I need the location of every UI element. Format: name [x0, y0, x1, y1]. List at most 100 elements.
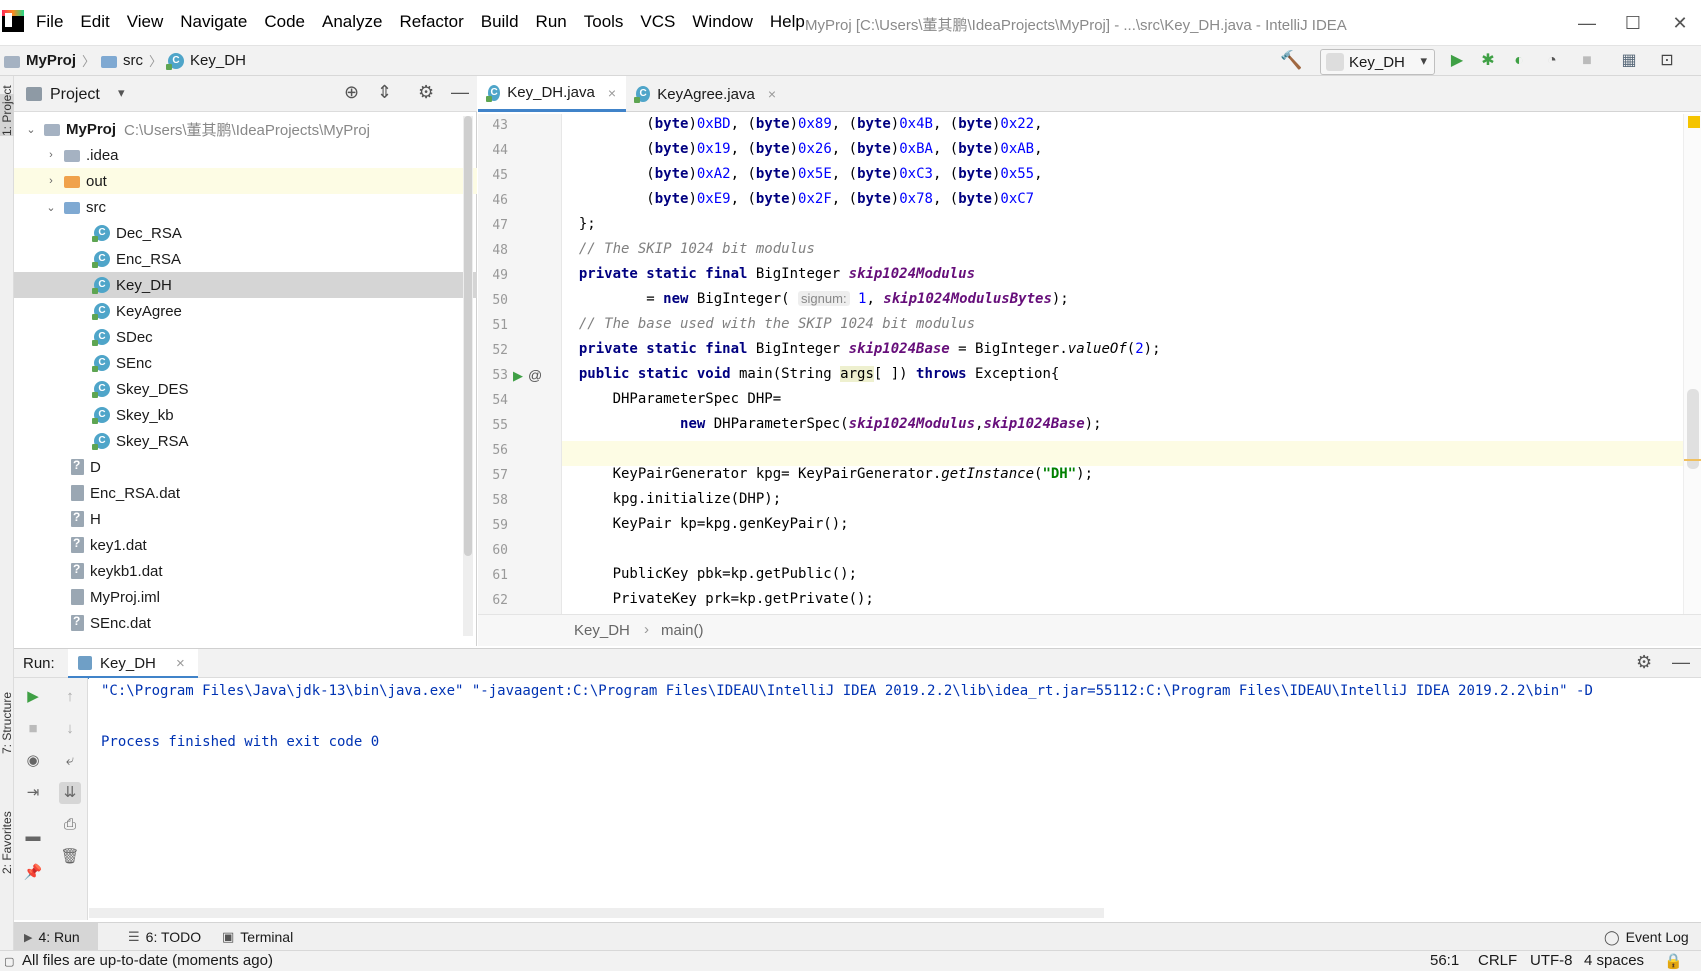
run-configuration-select[interactable]: Key_DH ▾	[1320, 49, 1435, 75]
tool-tab-todo[interactable]: ☰ 6: TODO	[118, 923, 211, 951]
rerun-icon[interactable]: ▶	[22, 686, 44, 708]
tree-item-file[interactable]: D	[14, 454, 477, 480]
camera-icon[interactable]: ◉	[22, 750, 44, 772]
tree-item-src[interactable]: ⌄ src	[14, 194, 477, 220]
tool-tab-terminal[interactable]: ▣ Terminal	[212, 923, 303, 951]
menu-file[interactable]: File	[36, 12, 72, 32]
close-icon[interactable]: ×	[768, 86, 776, 102]
indent-setting[interactable]: 4 spaces	[1584, 952, 1644, 969]
tool-tab-run[interactable]: ▶ 4: Run	[14, 923, 98, 951]
tree-item-class[interactable]: C KeyAgree	[14, 298, 477, 324]
tree-item-file[interactable]: Enc_RSA.dat	[14, 480, 477, 506]
breadcrumb-project[interactable]: MyProj	[26, 52, 76, 69]
tree-item-class[interactable]: C Skey_RSA	[14, 428, 477, 454]
tree-item-class[interactable]: C Skey_kb	[14, 402, 477, 428]
tree-item-file[interactable]: H	[14, 506, 477, 532]
menu-vcs[interactable]: VCS	[640, 12, 684, 32]
profile-icon[interactable]: ◔	[1541, 50, 1563, 72]
structure-tool-button[interactable]: 7: Structure	[0, 692, 14, 754]
menu-window[interactable]: Window	[692, 12, 761, 32]
tree-item-class[interactable]: C Enc_RSA	[14, 246, 477, 272]
login-icon[interactable]: ⇥	[22, 782, 44, 804]
tree-scrollbar[interactable]	[463, 116, 473, 636]
line-separator[interactable]: CRLF	[1478, 952, 1517, 969]
editor-crumb-method[interactable]: main()	[661, 622, 704, 639]
console-output[interactable]	[89, 678, 1701, 908]
file-encoding[interactable]: UTF-8	[1530, 952, 1573, 969]
tab-key-dh[interactable]: C Key_DH.java ×	[478, 76, 626, 112]
run-icon[interactable]: ▶	[1446, 50, 1468, 72]
project-structure-icon[interactable]: ▦	[1618, 50, 1640, 72]
breadcrumb-src[interactable]: src	[123, 52, 143, 69]
print-icon[interactable]: ⎙	[59, 814, 81, 836]
build-hammer-icon[interactable]: 🔨	[1280, 50, 1302, 71]
console-hscrollbar[interactable]	[89, 908, 1104, 918]
caret-position[interactable]: 56:1	[1430, 952, 1459, 969]
status-message[interactable]: All files are up-to-date (moments ago)	[22, 952, 273, 969]
arrow-down-icon[interactable]: ↓	[59, 718, 81, 740]
tree-item-class[interactable]: C Skey_DES	[14, 376, 477, 402]
menu-build[interactable]: Build	[481, 12, 528, 32]
search-everywhere-icon[interactable]: ⊡	[1656, 50, 1678, 72]
trash-icon[interactable]: 🗑	[59, 846, 81, 868]
stop-icon[interactable]: ■	[22, 718, 44, 740]
tree-scroll-thumb[interactable]	[464, 116, 472, 556]
hide-panel-icon[interactable]: —	[1672, 652, 1690, 673]
tree-item-myproj[interactable]: ⌄ MyProj C:\Users\董其鹏\IdeaProjects\MyPro…	[14, 116, 477, 142]
favorites-tool-button[interactable]: 2: Favorites	[0, 811, 14, 874]
soft-wrap-icon[interactable]: ⤶	[59, 750, 81, 772]
close-icon[interactable]: ×	[176, 655, 185, 672]
status-toggle-icon[interactable]: ▢	[4, 955, 14, 968]
close-window-button[interactable]: ✕	[1666, 10, 1694, 36]
editor-scrollbar[interactable]	[1683, 114, 1701, 614]
tree-item-out[interactable]: › out	[14, 168, 477, 194]
chevron-down-icon[interactable]: ▾	[118, 85, 125, 101]
coverage-icon[interactable]: ◐	[1508, 50, 1530, 72]
tree-item-file[interactable]: key1.dat	[14, 532, 477, 558]
menu-edit[interactable]: Edit	[80, 12, 118, 32]
tree-item-class-selected[interactable]: C Key_DH	[14, 272, 477, 298]
project-tool-button[interactable]: 1: Project	[0, 85, 14, 136]
menu-analyze[interactable]: Analyze	[322, 12, 391, 32]
stop-icon[interactable]: ■	[1576, 50, 1598, 72]
run-tab-key-dh[interactable]: Key_DH ×	[68, 649, 198, 679]
line-number: 47	[492, 218, 508, 233]
maximize-button[interactable]: ☐	[1619, 10, 1647, 36]
pin-icon[interactable]: 📌	[22, 862, 44, 884]
editor-crumb-class[interactable]: Key_DH	[574, 622, 630, 639]
tree-item-file[interactable]: MyProj.iml	[14, 584, 477, 610]
gear-icon[interactable]: ⚙	[1636, 652, 1652, 673]
menu-tools[interactable]: Tools	[584, 12, 633, 32]
breadcrumb-class[interactable]: Key_DH	[190, 52, 246, 69]
run-gutter-icon[interactable]: ▶	[513, 368, 523, 384]
menu-code[interactable]: Code	[264, 12, 314, 32]
tab-keyagree[interactable]: C KeyAgree.java ×	[626, 76, 786, 112]
code-line: private static final BigInteger skip1024…	[578, 341, 1161, 357]
tree-item-class[interactable]: C SEnc	[14, 350, 477, 376]
tree-item-file[interactable]: keykb1.dat	[14, 558, 477, 584]
tree-item-class[interactable]: C SDec	[14, 324, 477, 350]
menu-view[interactable]: View	[127, 12, 173, 32]
tree-item-class[interactable]: C Dec_RSA	[14, 220, 477, 246]
tree-item-file[interactable]: SEnc.dat	[14, 610, 477, 636]
debug-icon[interactable]: ✱	[1477, 50, 1499, 72]
layout-icon[interactable]: ▬	[22, 826, 44, 848]
lock-icon[interactable]: 🔒	[1664, 952, 1683, 970]
gear-icon[interactable]: ⚙	[418, 82, 434, 103]
tree-item-label: MyProj	[66, 120, 117, 138]
menu-refactor[interactable]: Refactor	[399, 12, 472, 32]
minimize-button[interactable]: —	[1573, 10, 1601, 36]
tree-item-idea[interactable]: › .idea	[14, 142, 477, 168]
tool-tab-event-log[interactable]: ◯ Event Log	[1594, 923, 1699, 951]
project-view-title[interactable]: Project	[50, 86, 100, 104]
collapse-all-icon[interactable]: ⇕	[377, 82, 392, 103]
menu-navigate[interactable]: Navigate	[180, 12, 256, 32]
arrow-up-icon[interactable]: ↑	[59, 686, 81, 708]
close-icon[interactable]: ×	[608, 85, 616, 101]
hide-panel-icon[interactable]: —	[451, 82, 469, 103]
locate-target-icon[interactable]: ⊕	[344, 82, 359, 103]
menu-run[interactable]: Run	[536, 12, 576, 32]
scroll-to-end-icon[interactable]: ⇊	[59, 782, 81, 804]
warning-marker-icon[interactable]	[1688, 116, 1700, 128]
editor-scroll-thumb[interactable]	[1687, 389, 1699, 469]
